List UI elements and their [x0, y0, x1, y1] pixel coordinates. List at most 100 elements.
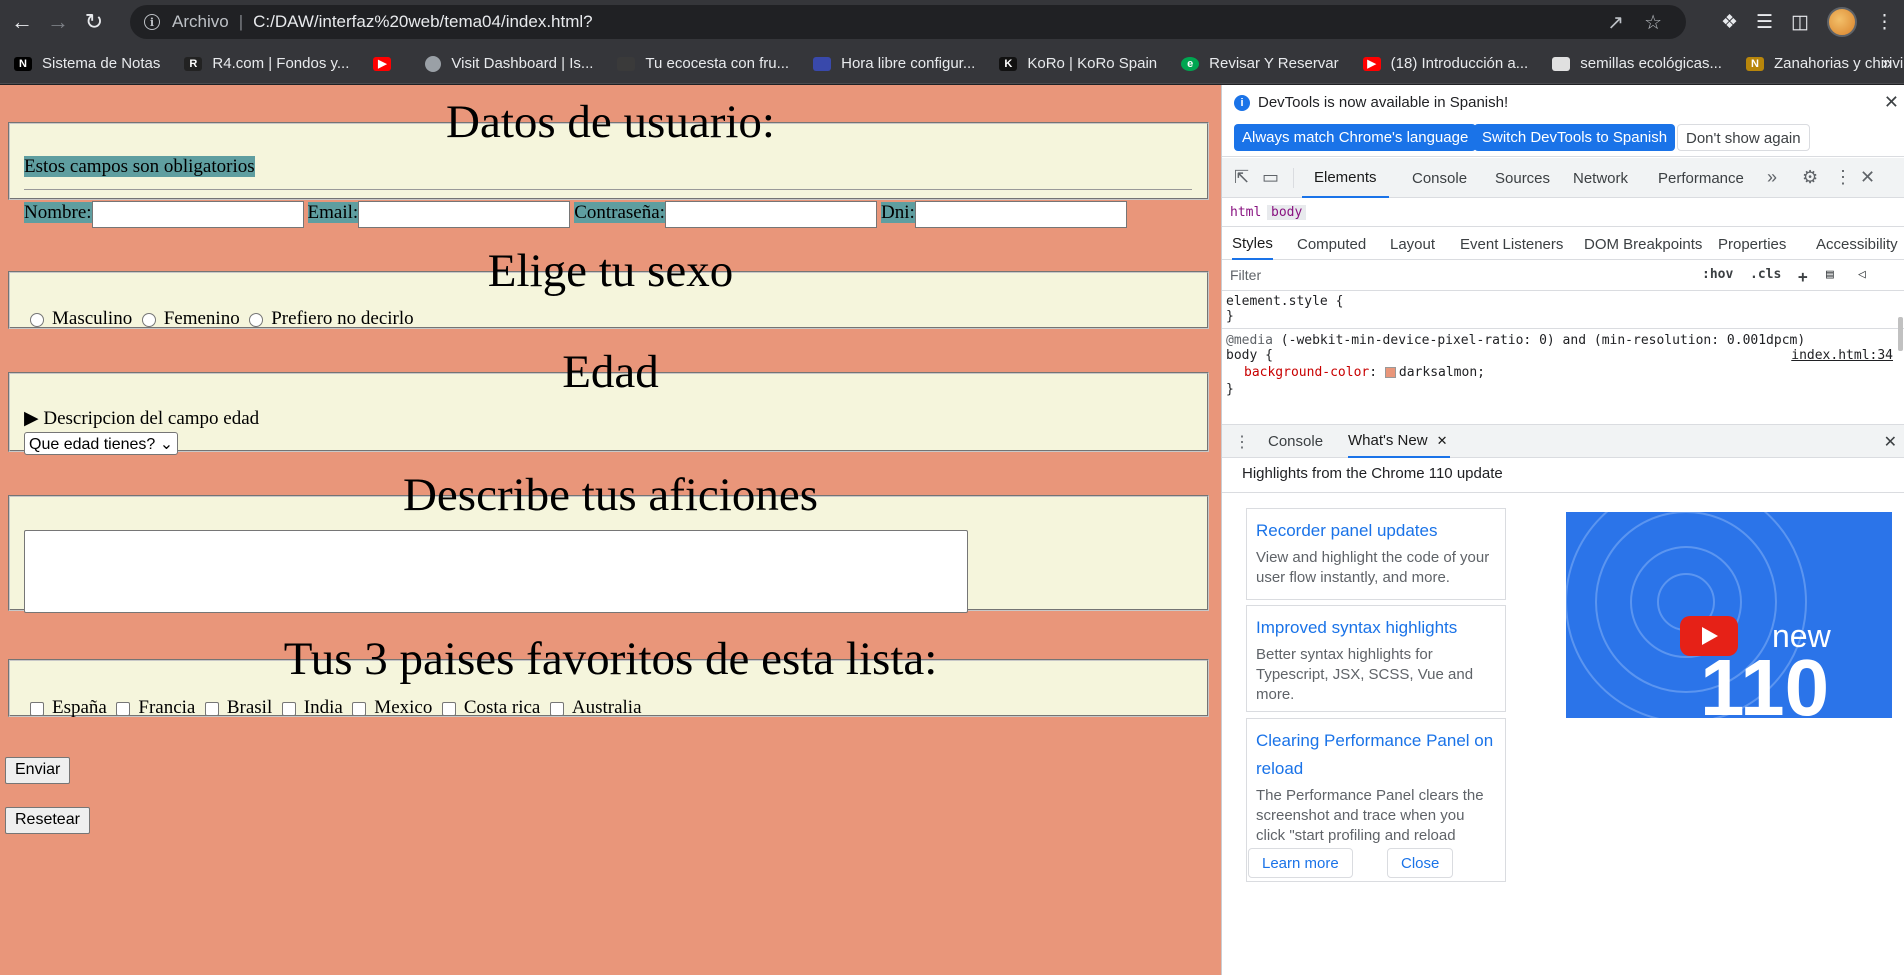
browser-menu-icon[interactable]: ⋮	[1875, 11, 1894, 34]
email-input[interactable]	[358, 201, 571, 228]
subtab-layout[interactable]: Layout	[1390, 228, 1435, 260]
address-bar[interactable]: i Archivo | C:/DAW/interfaz%20web/tema04…	[130, 5, 1686, 39]
more-tabs-icon[interactable]: »	[1767, 167, 1777, 188]
subtab-accessibility[interactable]: Accessibility	[1816, 228, 1898, 260]
bookmarks-overflow-icon[interactable]: »	[1882, 53, 1892, 74]
radio-male[interactable]	[30, 312, 44, 327]
extensions-puzzle-icon[interactable]: ❖	[1721, 11, 1738, 34]
bookmark-item[interactable]: semillas ecológicas...	[1552, 55, 1722, 72]
url-scheme: Archivo	[172, 12, 229, 31]
password-input[interactable]	[664, 201, 877, 228]
checkbox-india[interactable]	[281, 701, 296, 716]
tab-performance[interactable]: Performance	[1658, 158, 1744, 198]
bookmark-item[interactable]: N Zanahorias y chirivi...	[1745, 55, 1904, 72]
tab-network[interactable]: Network	[1573, 158, 1628, 198]
checkbox-brazil[interactable]	[204, 701, 219, 716]
reload-icon[interactable]: ↻	[80, 8, 108, 36]
close-devtools-icon[interactable]: ✕	[1860, 167, 1875, 188]
bookmark-item[interactable]: K KoRo | KoRo Spain	[999, 55, 1157, 72]
close-tab-icon[interactable]: ✕	[1437, 433, 1448, 449]
card-title[interactable]: Improved syntax highlights	[1256, 614, 1496, 642]
youtube-icon: ▶	[1362, 56, 1381, 71]
tab-elements[interactable]: Elements	[1302, 158, 1389, 198]
hobbies-textarea[interactable]	[24, 530, 968, 613]
settings-gear-icon[interactable]: ⚙	[1802, 167, 1818, 188]
name-input[interactable]	[91, 201, 304, 228]
drawer-menu-icon[interactable]: ⋮	[1234, 432, 1250, 452]
devtools-main-tabs: ⇱ ▭ Elements Console Sources Network Per…	[1222, 158, 1904, 198]
tab-sources[interactable]: Sources	[1495, 158, 1550, 198]
back-arrow-icon[interactable]: ←	[8, 8, 36, 36]
radio-no-answer[interactable]	[249, 312, 264, 327]
tab-console[interactable]: Console	[1412, 158, 1467, 198]
checkbox-spain[interactable]	[30, 701, 44, 716]
dont-show-button[interactable]: Don't show again	[1677, 124, 1810, 151]
close-button[interactable]: Close	[1387, 848, 1454, 878]
forward-arrow-icon[interactable]: →	[44, 8, 72, 36]
url-text[interactable]: C:/DAW/interfaz%20web/tema04/index.html?	[253, 12, 593, 32]
countries-legend: Tus 3 paises favoritos de esta lista:	[283, 633, 938, 685]
age-select[interactable]: Que edad tienes? ⌄	[24, 432, 179, 455]
checkbox-australia[interactable]	[549, 701, 564, 716]
element-style-selector[interactable]: element.style {	[1226, 294, 1343, 309]
bookmark-item[interactable]: Hora libre configur...	[813, 55, 975, 72]
close-drawer-icon[interactable]: ✕	[1884, 432, 1897, 452]
bookmark-item[interactable]: Tu ecocesta con fru...	[617, 55, 789, 72]
drawer-tab-whats-new[interactable]: What's New ✕	[1348, 425, 1450, 458]
checkbox-france[interactable]	[116, 701, 131, 716]
close-icon[interactable]: ✕	[1884, 92, 1899, 113]
profile-avatar[interactable]	[1827, 7, 1857, 37]
bookmark-item[interactable]: Visit Dashboard | Is...	[425, 55, 593, 72]
feature-card[interactable]: Improved syntax highlights Better syntax…	[1246, 605, 1506, 712]
bookmark-item[interactable]: N Sistema de Notas	[14, 55, 160, 72]
source-link[interactable]: index.html:34	[1791, 348, 1893, 363]
drawer-tab-console[interactable]: Console	[1268, 425, 1323, 458]
subtab-dom-breakpoints[interactable]: DOM Breakpoints	[1584, 228, 1702, 260]
reset-button[interactable]: Resetear	[5, 807, 90, 834]
hov-toggle[interactable]: :hov	[1702, 267, 1733, 282]
color-swatch[interactable]	[1384, 367, 1396, 378]
filter-input[interactable]: Filter	[1230, 267, 1261, 283]
body-selector[interactable]: body {	[1226, 348, 1273, 363]
css-declaration[interactable]: background-color: darksalmon;	[1244, 365, 1485, 380]
media-playlist-icon[interactable]: ☰	[1756, 11, 1773, 34]
checkbox-costa-rica[interactable]	[441, 701, 456, 716]
subtab-properties[interactable]: Properties	[1718, 228, 1786, 260]
r4-icon: R	[184, 56, 203, 71]
checkbox-mexico[interactable]	[352, 701, 367, 716]
side-panel-icon[interactable]: ◫	[1791, 11, 1809, 34]
site-info-icon[interactable]: i	[144, 14, 160, 30]
inspect-element-icon[interactable]: ⇱	[1234, 167, 1249, 188]
subtab-styles[interactable]: Styles	[1232, 228, 1273, 260]
age-details[interactable]: ▶ Descripcion del campo edad	[24, 407, 259, 430]
card-title[interactable]: Clearing Performance Panel on reload	[1256, 727, 1496, 783]
more-options-icon[interactable]: ⋮	[1834, 167, 1852, 188]
share-icon[interactable]: ↗	[1607, 10, 1624, 35]
crumb-html[interactable]: html	[1230, 205, 1261, 220]
switch-spanish-button[interactable]: Switch DevTools to Spanish	[1474, 124, 1676, 151]
feature-card[interactable]: Recorder panel updates View and highligh…	[1246, 508, 1506, 600]
radio-female[interactable]	[141, 312, 156, 327]
submit-button[interactable]: Enviar	[5, 757, 71, 784]
disclosure-triangle-icon[interactable]: ▶	[24, 408, 39, 429]
styles-scrollbar[interactable]	[1898, 317, 1903, 351]
whats-new-video-thumbnail[interactable]: new 110	[1566, 512, 1892, 718]
device-toolbar-icon[interactable]: ▭	[1262, 167, 1279, 188]
bookmark-item[interactable]: ▶ (18) Introducción a...	[1362, 55, 1528, 72]
learn-more-button[interactable]: Learn more	[1248, 848, 1353, 878]
dni-input[interactable]	[914, 201, 1127, 228]
bookmark-item[interactable]: ▶	[373, 56, 401, 71]
cls-toggle[interactable]: .cls	[1750, 267, 1781, 282]
css-close-brace: }	[1226, 382, 1234, 397]
crumb-body[interactable]: body	[1267, 205, 1307, 220]
subtab-event-listeners[interactable]: Event Listeners	[1460, 228, 1563, 260]
subtab-computed[interactable]: Computed	[1297, 228, 1366, 260]
bookmark-item[interactable]: e Revisar Y Reservar	[1181, 55, 1339, 72]
card-title[interactable]: Recorder panel updates	[1256, 517, 1496, 545]
match-language-button[interactable]: Always match Chrome's language	[1234, 124, 1477, 151]
bookmark-star-icon[interactable]: ☆	[1644, 10, 1662, 35]
color-format-icon[interactable]: ▤	[1826, 267, 1834, 282]
toggle-sidebar-icon[interactable]: ◁	[1858, 267, 1866, 282]
bookmark-item[interactable]: R R4.com | Fondos y...	[184, 55, 349, 72]
add-rule-icon[interactable]: +	[1798, 267, 1808, 286]
